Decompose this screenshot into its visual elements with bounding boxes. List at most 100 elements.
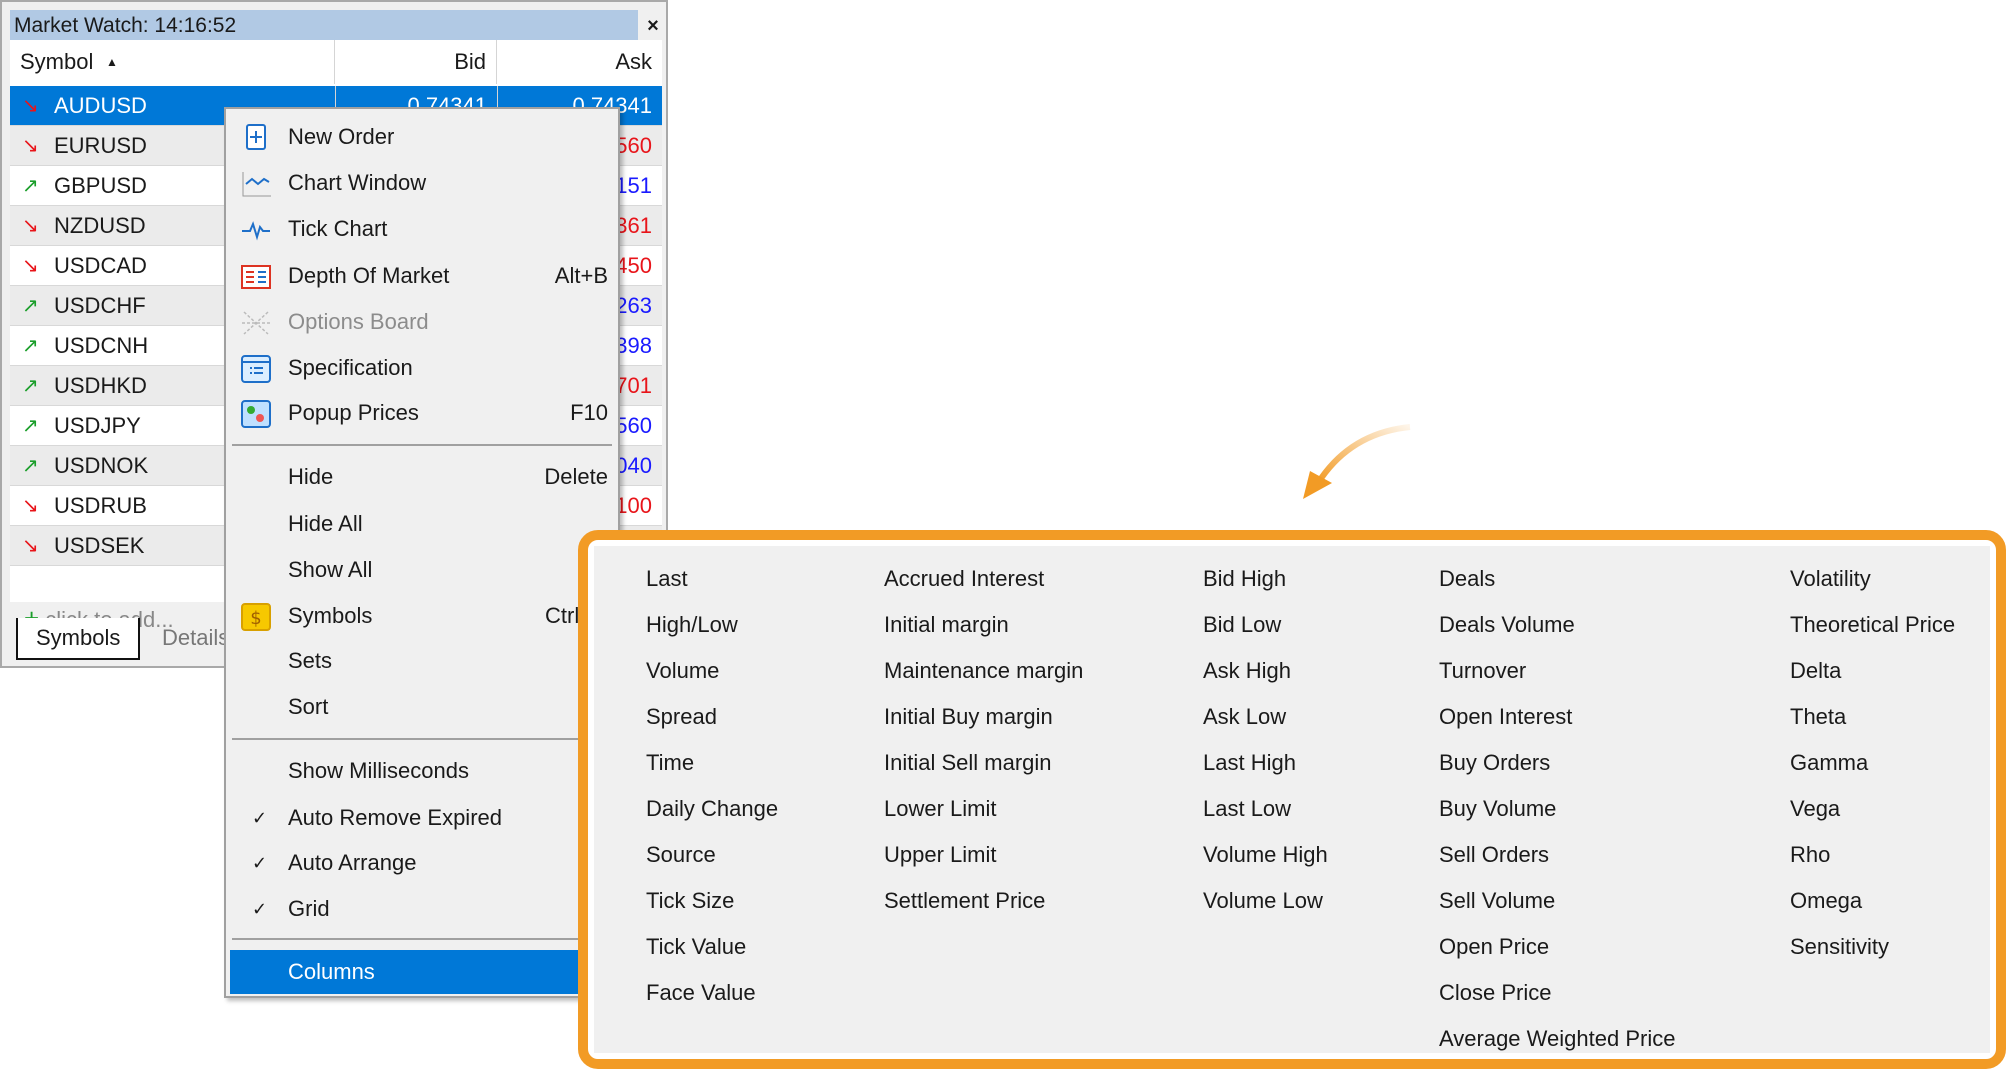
menu-item-hide-all[interactable]: Hide All <box>230 502 616 546</box>
column-option[interactable]: Settlement Price <box>884 878 1083 924</box>
header-label: Symbol <box>20 49 94 74</box>
column-option[interactable]: Close Price <box>1439 970 1675 1016</box>
column-option[interactable]: Volume High <box>1203 832 1328 878</box>
menu-item-show-all[interactable]: Show All <box>230 548 616 592</box>
arrow-up-right-icon: ↗ <box>22 375 39 397</box>
column-option[interactable]: Theta <box>1790 694 1955 740</box>
column-option[interactable]: Daily Change <box>646 786 778 832</box>
column-option[interactable]: Volume Low <box>1203 878 1328 924</box>
column-option[interactable]: Last Low <box>1203 786 1328 832</box>
columns-submenu-highlight: Last High/Low Volume Spread Time Daily Change… <box>578 530 2006 1069</box>
menu-item-label: Tick Chart <box>288 216 388 241</box>
menu-item-show-milliseconds[interactable]: Show Milliseconds <box>230 749 616 793</box>
column-option[interactable]: Ask High <box>1203 648 1328 694</box>
menu-item-label: Popup Prices <box>288 400 419 425</box>
menu-item-new-order[interactable]: New Order <box>230 115 616 159</box>
symbol-cell: EURUSD <box>54 133 147 158</box>
svg-text:$: $ <box>250 608 261 629</box>
column-option[interactable]: Ask Low <box>1203 694 1328 740</box>
column-option[interactable]: Delta <box>1790 648 1955 694</box>
column-option[interactable]: Accrued Interest <box>884 556 1083 602</box>
checkmark-icon: ✓ <box>252 808 268 828</box>
column-option[interactable]: Sell Volume <box>1439 878 1675 924</box>
column-option[interactable]: Bid Low <box>1203 602 1328 648</box>
column-options-group: Volatility Theoretical Price Delta Theta Gam… <box>1790 556 1955 970</box>
column-option[interactable]: Open Price <box>1439 924 1675 970</box>
column-option[interactable]: Open Interest <box>1439 694 1675 740</box>
menu-separator <box>232 938 612 940</box>
menu-item-hide[interactable]: Hide Delete <box>230 455 616 499</box>
column-option[interactable]: Face Value <box>646 970 778 1016</box>
column-option[interactable]: Source <box>646 832 778 878</box>
menu-item-specification[interactable]: Specification <box>230 346 616 390</box>
arrow-down-right-icon: ↘ <box>22 215 39 237</box>
menu-item-popup-prices[interactable]: Popup Prices F10 <box>230 391 616 435</box>
menu-item-chart-window[interactable]: Chart Window <box>230 161 616 205</box>
column-option[interactable]: Time <box>646 740 778 786</box>
column-option[interactable]: Maintenance margin <box>884 648 1083 694</box>
tab-symbols[interactable]: Symbols <box>16 618 141 660</box>
popup-prices-icon <box>241 399 271 428</box>
menu-item-shortcut: Delete <box>544 464 608 489</box>
column-option[interactable]: Omega <box>1790 878 1955 924</box>
symbol-cell: USDCHF <box>54 293 146 318</box>
column-option[interactable]: Sell Orders <box>1439 832 1675 878</box>
sort-ascending-icon: ▲ <box>106 55 118 69</box>
column-header-bid[interactable]: Bid <box>335 40 497 84</box>
close-button[interactable]: × <box>640 10 666 42</box>
specification-icon <box>241 354 271 383</box>
column-option[interactable]: Spread <box>646 694 778 740</box>
column-option[interactable]: Upper Limit <box>884 832 1083 878</box>
menu-item-label: Show All <box>288 557 373 582</box>
column-option[interactable]: Average Weighted Price <box>1439 1016 1675 1062</box>
column-header-symbol[interactable]: Symbol ▲ <box>10 40 335 84</box>
arrow-up-right-icon: ↗ <box>22 295 39 317</box>
menu-item-columns[interactable]: Columns <box>230 950 616 994</box>
menu-item-symbols[interactable]: $ Symbols Ctrl+U <box>230 594 616 638</box>
column-option[interactable]: Last High <box>1203 740 1328 786</box>
menu-item-label: Sets <box>288 648 333 673</box>
column-option[interactable]: Rho <box>1790 832 1955 878</box>
column-option[interactable]: Initial Sell margin <box>884 740 1083 786</box>
column-option[interactable]: Bid High <box>1203 556 1328 602</box>
column-option[interactable]: Tick Value <box>646 924 778 970</box>
column-option[interactable]: Volatility <box>1790 556 1955 602</box>
column-option[interactable]: Tick Size <box>646 878 778 924</box>
menu-item-label: Auto Remove Expired <box>288 805 502 830</box>
menu-item-label: Auto Arrange <box>288 850 417 875</box>
arrow-up-right-icon: ↗ <box>22 415 39 437</box>
symbol-cell: USDSEK <box>54 533 145 558</box>
column-option[interactable]: Vega <box>1790 786 1955 832</box>
column-option[interactable]: Deals Volume <box>1439 602 1675 648</box>
symbol-cell: USDRUB <box>54 493 147 518</box>
menu-item-tick-chart[interactable]: Tick Chart <box>230 207 616 251</box>
menu-item-sets[interactable]: Sets <box>230 639 616 683</box>
column-option[interactable]: Sensitivity <box>1790 924 1955 970</box>
menu-item-auto-arrange[interactable]: ✓ Auto Arrange <box>230 841 616 885</box>
columns-submenu: Last High/Low Volume Spread Time Daily Change… <box>594 546 1990 1053</box>
menu-item-label: Show Milliseconds <box>288 758 469 783</box>
menu-item-auto-remove-expired[interactable]: ✓ Auto Remove Expired <box>230 796 616 840</box>
column-option[interactable]: Initial margin <box>884 602 1083 648</box>
menu-item-depth-of-market[interactable]: Depth Of Market Alt+B <box>230 254 616 298</box>
column-option[interactable]: Buy Volume <box>1439 786 1675 832</box>
menu-item-options-board[interactable]: Options Board <box>230 300 616 344</box>
column-header-ask[interactable]: Ask <box>497 40 662 84</box>
menu-item-label: New Order <box>288 124 395 149</box>
column-option[interactable]: Deals <box>1439 556 1675 602</box>
column-option[interactable]: Gamma <box>1790 740 1955 786</box>
arrow-down-right-icon: ↘ <box>22 255 39 277</box>
column-option[interactable]: Buy Orders <box>1439 740 1675 786</box>
column-option[interactable]: Turnover <box>1439 648 1675 694</box>
column-option[interactable]: Initial Buy margin <box>884 694 1083 740</box>
dollar-icon: $ <box>241 602 271 631</box>
column-option[interactable]: Lower Limit <box>884 786 1083 832</box>
column-option[interactable]: Last <box>646 556 778 602</box>
column-option[interactable]: Volume <box>646 648 778 694</box>
menu-item-sort[interactable]: Sort <box>230 685 616 729</box>
context-menu: New Order Chart Window Tick Chart Depth Of … <box>224 107 620 998</box>
column-option[interactable]: High/Low <box>646 602 778 648</box>
column-options-group: Deals Deals Volume Turnover Open Interest Bu… <box>1439 556 1675 1062</box>
column-option[interactable]: Theoretical Price <box>1790 602 1955 648</box>
menu-item-grid[interactable]: ✓ Grid <box>230 887 616 931</box>
